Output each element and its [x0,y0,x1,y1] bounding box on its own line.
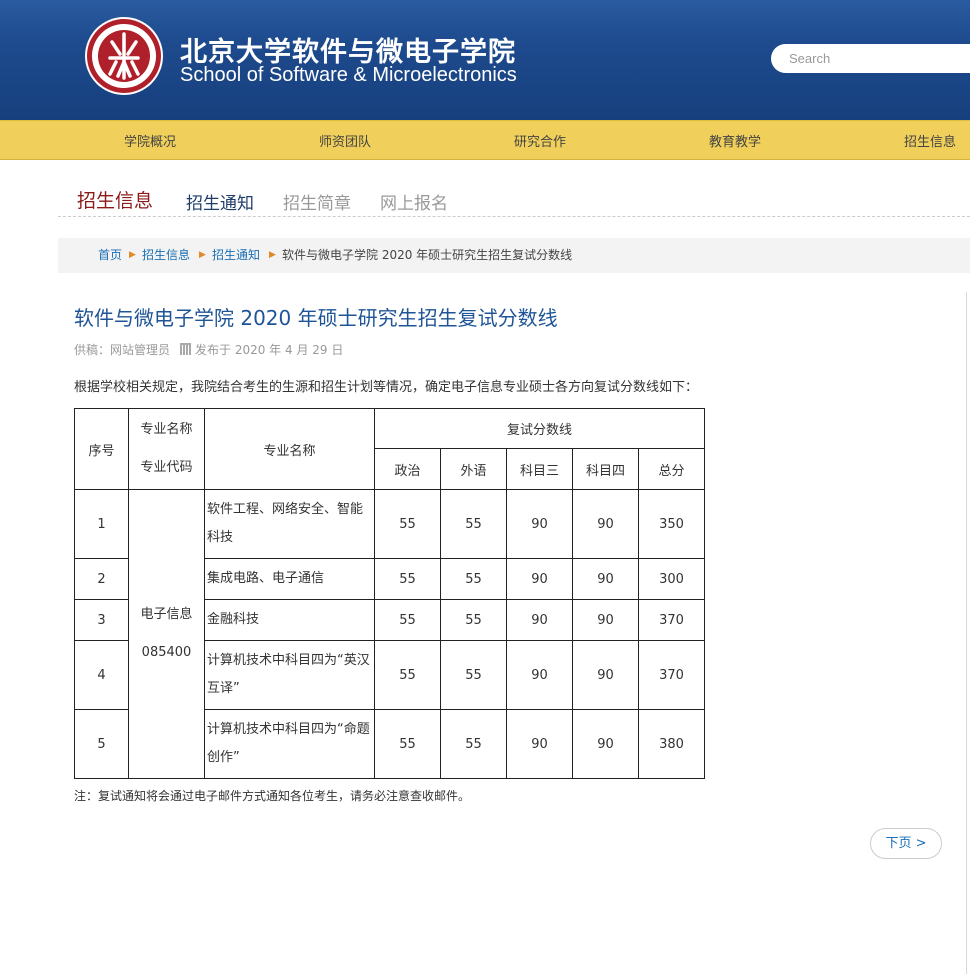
article-author: 供稿：网站管理员 [74,343,171,357]
header-col-subject3: 科目三 [506,448,573,490]
content-border [966,292,967,974]
row-total: 380 [638,709,705,779]
subnav-item-online-apply[interactable]: 网上报名 [380,189,448,214]
row-direction: 计算机技术中科目四为“命题创作” [204,709,375,779]
major-code: 085400 [141,645,192,660]
row-seq: 3 [74,599,129,641]
article-date: 发布于 2020 年 4 月 29 日 [195,343,344,357]
triangle-right-icon: ▶ [269,250,276,260]
nav-item-research[interactable]: 研究合作 [514,131,566,150]
row-score: 90 [572,640,639,710]
breadcrumb-current: 软件与微电子学院 2020 年硕士研究生招生复试分数线 [282,248,573,262]
row-total: 370 [638,599,705,641]
row-score: 55 [374,640,441,710]
subnav-divider [58,216,970,217]
nav-item-faculty[interactable]: 师资团队 [319,131,371,150]
breadcrumb-notices[interactable]: 招生通知 [212,238,260,273]
row-score: 55 [374,558,441,600]
row-score: 90 [506,599,573,641]
next-page-button[interactable]: 下页 > [870,828,942,859]
row-score: 90 [572,489,639,559]
row-score: 90 [506,558,573,600]
row-score: 55 [440,709,507,779]
row-direction: 金融科技 [204,599,375,641]
row-score: 90 [506,640,573,710]
row-score: 55 [440,599,507,641]
row-total: 300 [638,558,705,600]
breadcrumb-home[interactable]: 首页 [98,238,122,273]
header-col-language: 外语 [440,448,507,490]
triangle-right-icon: ▶ [129,250,136,260]
row-seq: 4 [74,640,129,710]
row-score: 55 [374,709,441,779]
major-cell: 电子信息 085400 [128,489,205,779]
search-input[interactable] [771,44,970,73]
row-score: 55 [440,640,507,710]
row-score: 90 [506,709,573,779]
header-major-code: 专业代码 [140,460,193,475]
row-seq: 2 [74,558,129,600]
site-header: 北京大学软件与微电子学院 School of Software & Microe… [0,0,970,120]
main-nav: 学院概况 师资团队 研究合作 教育教学 招生信息 [0,120,970,160]
article-note: 注：复试通知将会通过电子邮件方式通知各位考生，请务必注意查收邮件。 [74,789,471,803]
nav-item-admissions[interactable]: 招生信息 [904,131,956,150]
header-seq: 序号 [74,408,129,490]
article-intro: 根据学校相关规定，我院结合考生的生源和招生计划等情况，确定电子信息专业硕士各方向… [74,380,699,395]
major-name: 电子信息 [140,607,193,622]
row-seq: 1 [74,489,129,559]
row-score: 90 [506,489,573,559]
triangle-right-icon: ▶ [199,250,206,260]
header-major-name: 专业名称 [140,422,193,437]
subnav-item-brochure[interactable]: 招生简章 [283,189,351,214]
subnav-item-notices[interactable]: 招生通知 [186,189,254,214]
row-direction: 集成电路、电子通信 [204,558,375,600]
row-score: 90 [572,709,639,779]
article-title: 软件与微电子学院 2020 年硕士研究生招生复试分数线 [74,306,558,330]
header-col-politics: 政治 [374,448,441,490]
breadcrumb-admissions[interactable]: 招生信息 [142,238,190,273]
header-col-subject4: 科目四 [572,448,639,490]
header-score-group: 复试分数线 [374,408,705,449]
row-score: 55 [440,558,507,600]
article-meta: 供稿：网站管理员 发布于 2020 年 4 月 29 日 [74,341,343,358]
site-title-en: School of Software & Microelectronics [180,64,517,86]
header-col-total: 总分 [638,448,705,490]
breadcrumb: 首页 ▶ 招生信息 ▶ 招生通知 ▶ 软件与微电子学院 2020 年硕士研究生招… [58,238,970,273]
row-score: 55 [440,489,507,559]
row-score: 55 [374,599,441,641]
calendar-icon [180,343,192,355]
row-total: 370 [638,640,705,710]
peking-university-logo[interactable] [84,16,164,96]
row-direction: 计算机技术中科目四为“英汉互译” [204,640,375,710]
row-score: 90 [572,599,639,641]
score-table: 序号 专业名称 专业代码 专业名称 复试分数线 政治 外语 科目三 科目四 总分… [74,408,705,779]
row-score: 55 [374,489,441,559]
header-major: 专业名称 专业代码 [128,408,205,490]
table-row: 1 电子信息 085400 软件工程、网络安全、智能科技 55 55 90 90… [74,489,705,779]
row-total: 350 [638,489,705,559]
nav-item-about[interactable]: 学院概况 [124,131,176,150]
row-score: 90 [572,558,639,600]
nav-item-education[interactable]: 教育教学 [709,131,761,150]
row-seq: 5 [74,709,129,779]
table-header-row: 序号 专业名称 专业代码 专业名称 复试分数线 [74,408,705,490]
header-direction: 专业名称 [204,408,375,490]
row-direction: 软件工程、网络安全、智能科技 [204,489,375,559]
section-title: 招生信息 [77,190,154,212]
